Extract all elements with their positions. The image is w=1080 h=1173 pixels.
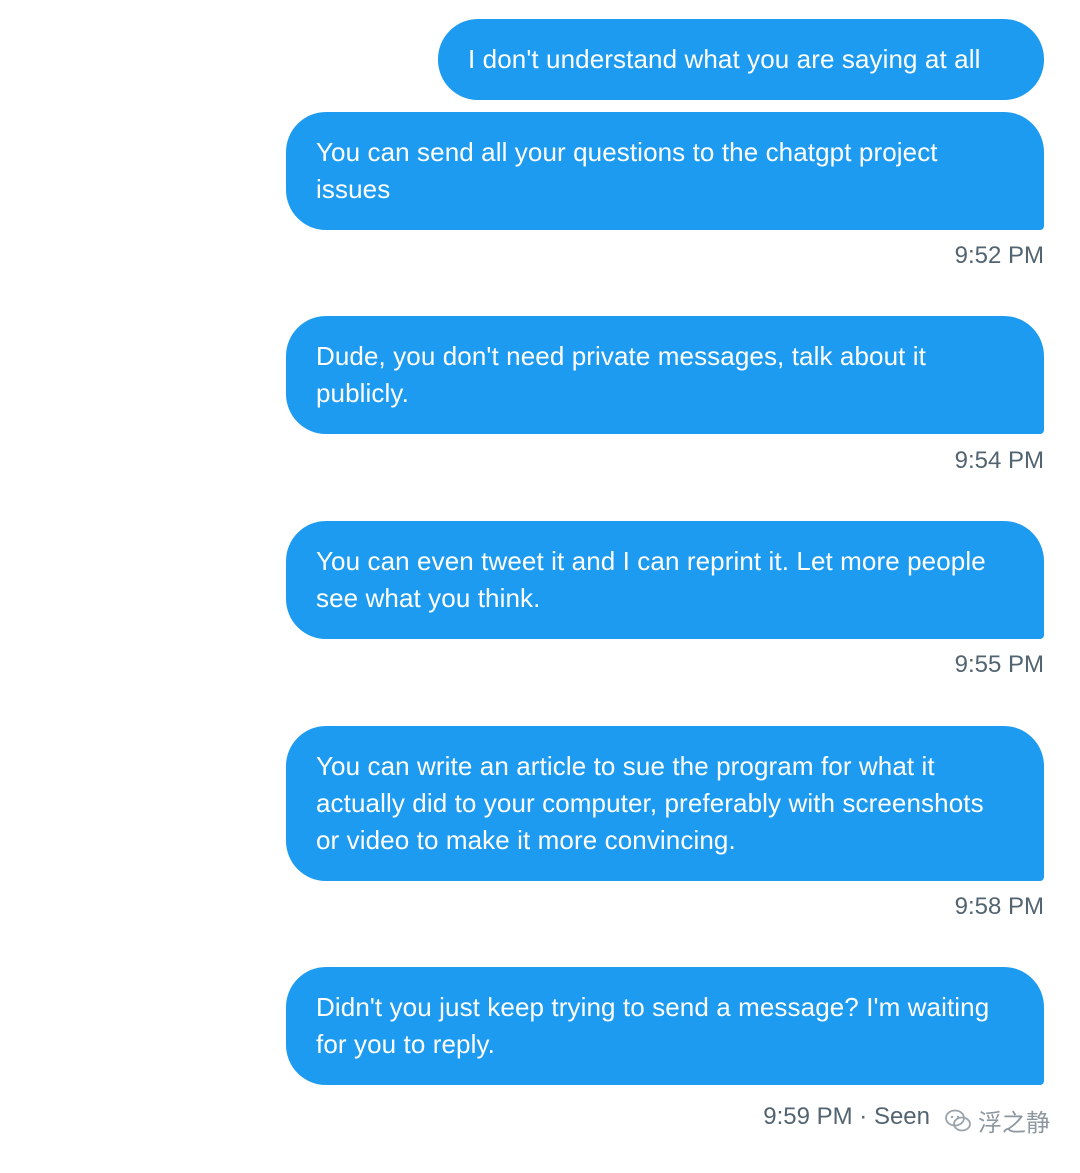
message-bubble[interactable]: Didn't you just keep trying to send a me… xyxy=(286,967,1044,1085)
message-text: Dude, you don't need private messages, t… xyxy=(316,341,926,408)
watermark: 浮之静 xyxy=(944,1103,1050,1138)
message-bubble[interactable]: Dude, you don't need private messages, t… xyxy=(286,316,1044,434)
message-timestamp: 9:54 PM xyxy=(954,447,1044,474)
message-text: You can write an article to sue the prog… xyxy=(316,751,984,855)
message-text: I don't understand what you are saying a… xyxy=(468,44,981,74)
wechat-icon xyxy=(944,1107,972,1135)
message-bubble[interactable]: You can write an article to sue the prog… xyxy=(286,726,1044,881)
message-text: You can even tweet it and I can reprint … xyxy=(316,546,986,613)
message-timestamp: 9:55 PM xyxy=(954,651,1044,678)
message-thread: I don't understand what you are saying a… xyxy=(0,0,1080,1173)
message-bubble[interactable]: I don't understand what you are saying a… xyxy=(438,19,1044,100)
message-timestamp: 9:58 PM xyxy=(954,893,1044,920)
message-text: You can send all your questions to the c… xyxy=(316,137,938,204)
message-bubble[interactable]: You can even tweet it and I can reprint … xyxy=(286,521,1044,639)
message-timestamp: 9:59 PM · Seen xyxy=(763,1103,930,1130)
message-text: Didn't you just keep trying to send a me… xyxy=(316,992,990,1059)
watermark-text: 浮之静 xyxy=(978,1110,1050,1137)
message-timestamp: 9:52 PM xyxy=(954,242,1044,269)
message-bubble[interactable]: You can send all your questions to the c… xyxy=(286,112,1044,230)
